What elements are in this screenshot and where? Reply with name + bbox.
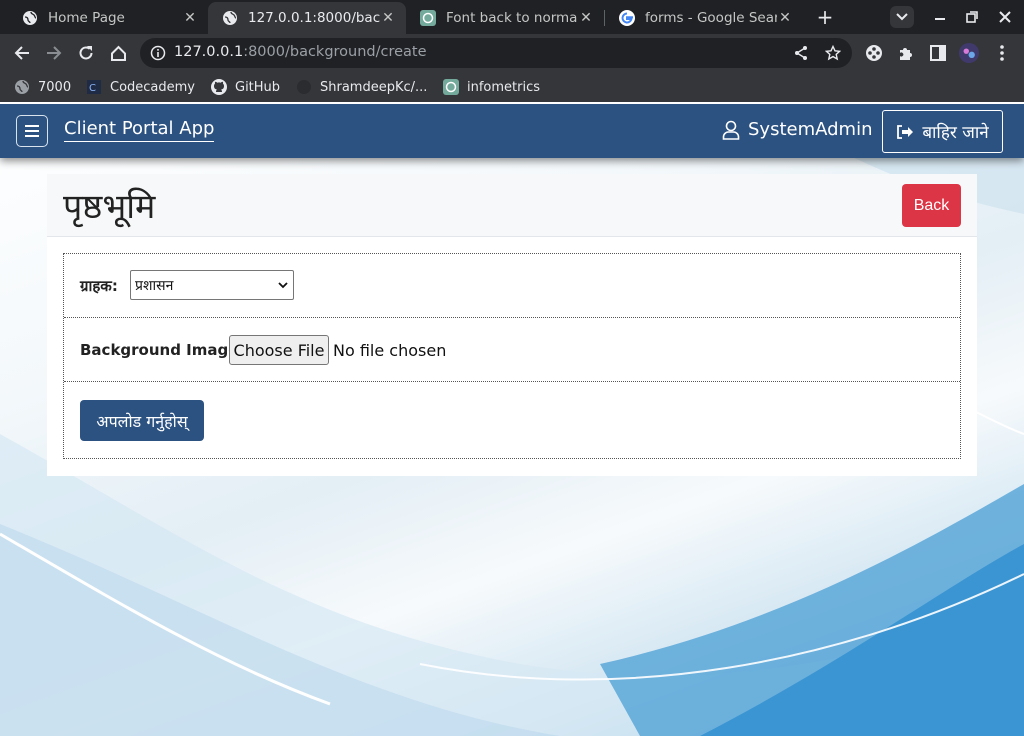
url-path: :8000/background/create [243,44,427,60]
sidebar-toggle-button[interactable] [16,115,48,147]
background-image-label: Background Image: [80,341,245,359]
close-icon[interactable]: ✕ [380,10,396,26]
google-icon [619,10,635,26]
logout-icon [896,124,914,140]
chrome-menu-button[interactable] [992,43,1012,63]
info-icon[interactable] [150,45,166,65]
arrow-right-icon [47,46,62,60]
user-menu[interactable]: SystemAdmin [722,119,873,140]
close-icon[interactable]: ✕ [578,10,594,26]
share-icon[interactable] [793,45,809,65]
address-bar[interactable]: 127.0.0.1:8000/background/create [140,38,852,68]
bookmark-label: infometrics [467,79,541,95]
more-vert-icon [1000,45,1004,61]
close-icon[interactable]: ✕ [777,10,793,26]
close-window-button[interactable] [995,7,1015,27]
minimize-icon [935,18,945,20]
arrow-left-icon [14,46,29,60]
bookmark-infometrics[interactable]: infometrics [443,77,540,97]
close-icon [999,11,1011,23]
film-reel-icon [866,45,882,61]
tab-title: forms - Google Search [645,10,777,26]
page-title: पृष्ठभूमि [63,187,156,227]
browser-tab-bar: Home Page ✕ 127.0.0.1:8000/backgr ✕ Font… [0,0,1024,34]
tab-home-page[interactable]: Home Page ✕ [8,2,208,34]
tab-title: Font back to normal [446,10,578,26]
codecademy-icon: C [86,79,102,95]
tab-title: Home Page [48,10,125,26]
user-icon [722,120,740,140]
app-brand-link[interactable]: Client Portal App [64,118,215,142]
browser-toolbar: 127.0.0.1:8000/background/create [0,34,1024,72]
back-button[interactable]: Back [902,184,961,227]
puzzle-icon [900,48,912,60]
bookmark-7000[interactable]: 7000 [14,77,71,97]
chatgpt-icon [420,10,436,26]
bookmarks-bar: 7000 C Codecademy GitHub ShramdeepKc/...… [0,72,1024,102]
globe-icon [14,79,30,95]
svg-text:C: C [89,83,96,94]
username: SystemAdmin [748,119,873,140]
extensions-button[interactable] [896,43,916,63]
form-card: पृष्ठभूमि Back ग्राहक: प्रशासन Backgroun… [47,174,977,476]
globe-icon [22,10,38,26]
bookmark-label: 7000 [38,79,72,95]
page-viewport: Client Portal App SystemAdmin बाहिर जाने… [0,104,1024,736]
bookmark-label: ShramdeepKc/... [320,79,428,95]
background-image-row: Background Image: Choose File No file ch… [64,318,960,382]
chevron-down-icon [896,13,908,21]
github-icon [296,79,312,95]
side-panel-icon [930,45,946,61]
client-select[interactable]: प्रशासन [130,270,294,300]
upload-button[interactable]: अपलोड गर्नुहोस् [80,400,204,441]
bookmark-label: GitHub [235,79,281,95]
url-host: 127.0.0.1 [174,44,244,60]
avatar [959,43,979,63]
app-navbar: Client Portal App SystemAdmin बाहिर जाने [0,104,1024,158]
submit-row: अपलोड गर्नुहोस् [64,382,960,458]
client-label: ग्राहक: [80,277,118,295]
tab-font-back-to-normal[interactable]: Font back to normal ✕ [406,2,604,34]
new-tab-button[interactable]: + [814,6,836,28]
bookmark-label: Codecademy [110,79,196,95]
chatgpt-icon [443,79,459,95]
profile-button[interactable] [959,43,979,63]
choose-file-button[interactable]: Choose File [229,335,329,365]
home-icon [110,45,126,61]
restore-icon [966,11,978,23]
extension-button[interactable] [864,43,884,63]
home-button[interactable] [107,42,129,64]
minimize-button[interactable] [930,7,950,27]
close-icon[interactable]: ✕ [182,10,198,26]
chevron-down-icon [278,282,288,289]
tab-search-button[interactable] [890,6,914,28]
restore-button[interactable] [962,7,982,27]
bookmark-codecademy[interactable]: C Codecademy [86,77,195,97]
bookmark-github[interactable]: GitHub [211,77,280,97]
tab-background-create[interactable]: 127.0.0.1:8000/backgr ✕ [208,2,406,34]
bookmark-shramdeepkc[interactable]: ShramdeepKc/... [296,77,427,97]
reload-icon [79,46,93,60]
tab-title: 127.0.0.1:8000/backgr [248,10,380,26]
hamburger-icon [25,125,39,137]
client-selected-value: प्रशासन [135,278,174,294]
back-nav-button[interactable] [11,42,33,64]
star-icon[interactable] [824,44,842,65]
card-header: पृष्ठभूमि Back [47,174,977,237]
background-form: ग्राहक: प्रशासन Background Image: Choose… [63,253,961,459]
github-icon [211,79,227,95]
side-panel-button[interactable] [928,43,948,63]
url-text: 127.0.0.1:8000/background/create [174,44,427,60]
logout-button[interactable]: बाहिर जाने [882,110,1003,153]
logout-label: बाहिर जाने [922,123,989,143]
globe-icon [222,10,238,26]
client-row: ग्राहक: प्रशासन [64,254,960,318]
file-status-text: No file chosen [333,341,447,360]
forward-nav-button[interactable] [43,42,65,64]
tab-google-search[interactable]: forms - Google Search ✕ [605,2,803,34]
reload-button[interactable] [75,42,97,64]
